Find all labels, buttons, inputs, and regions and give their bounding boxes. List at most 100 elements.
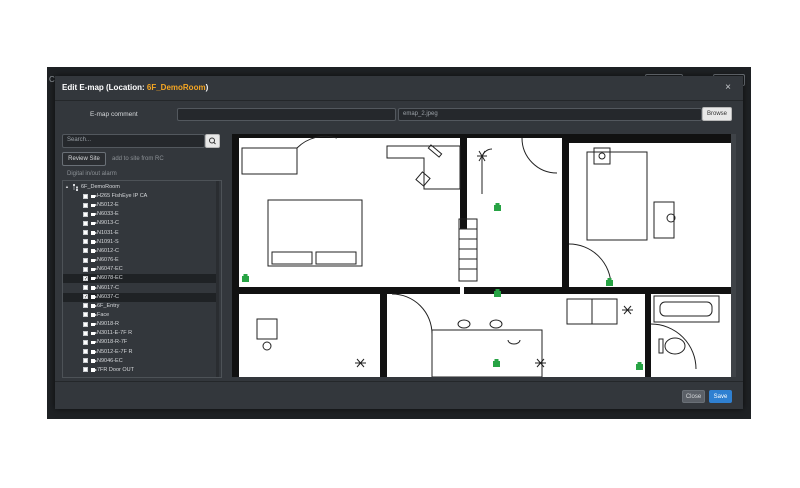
tree-item-label: N1031-E <box>97 229 119 236</box>
browse-button[interactable]: Browse <box>702 107 732 121</box>
tree-item[interactable]: N9013-C <box>63 219 219 228</box>
search-input[interactable]: Search... <box>62 134 205 148</box>
tree-item-checkbox[interactable] <box>83 257 88 263</box>
tree-item[interactable]: Face <box>63 311 219 320</box>
digital-alarm-label: Digital in/out alarm <box>67 171 117 177</box>
tree-item[interactable]: N9018-R-7F <box>63 338 219 347</box>
tree-item[interactable]: N1031-E <box>63 229 219 238</box>
tree-item-checkbox[interactable] <box>83 248 88 254</box>
tree-item-label: N6078-EC <box>97 275 123 282</box>
camera-icon <box>91 322 97 327</box>
tree-item[interactable]: N9046-EC <box>63 357 219 366</box>
camera-icon <box>91 313 97 317</box>
green-device-marker-icon[interactable] <box>494 203 501 211</box>
footer-divider <box>55 381 743 382</box>
tree-item-checkbox[interactable] <box>83 321 88 327</box>
tree-item-checkbox[interactable] <box>83 266 88 272</box>
camera-icon <box>91 240 97 244</box>
map-scrollbar[interactable] <box>731 134 736 377</box>
tree-item-label: N6076-E <box>97 257 119 264</box>
camera-icon <box>91 359 97 363</box>
tree-item-label: N1091-S <box>97 238 119 245</box>
tree-item[interactable]: 7FR Door OUT <box>63 366 219 375</box>
close-icon[interactable]: × <box>725 82 731 93</box>
tree-item-label: N9018-R <box>97 321 120 328</box>
tree-scrollbar[interactable] <box>216 181 219 377</box>
emap-comment-label: E-map comment <box>90 111 138 118</box>
tree-item-checkbox[interactable]: ✓ <box>83 275 88 281</box>
camera-icon <box>91 340 97 345</box>
camera-icon <box>91 286 97 290</box>
tree-item[interactable]: N1091-S <box>63 238 219 247</box>
green-device-marker-icon[interactable] <box>493 359 500 367</box>
camera-icon <box>91 276 97 281</box>
green-device-marker-icon[interactable] <box>636 362 643 370</box>
tree-item-checkbox[interactable] <box>83 239 88 245</box>
tree-item[interactable]: N5012-E <box>63 201 219 210</box>
tree-item[interactable]: N3011-E-7F R <box>63 329 219 338</box>
emap-floorplan[interactable] <box>232 134 731 377</box>
camera-icon <box>91 258 97 263</box>
camera-icon <box>91 295 97 299</box>
modal-header: Edit E-map (Location: 6F_DemoRoom) × <box>55 76 743 101</box>
save-button[interactable]: Save <box>709 390 732 403</box>
camera-icon <box>91 203 97 208</box>
add-to-site-hint: add to site from RC <box>112 156 164 162</box>
tree-item-checkbox[interactable] <box>83 367 88 373</box>
location-name: 6F_DemoRoom <box>146 83 206 92</box>
device-markers <box>242 203 643 370</box>
tree-item[interactable]: N6033-E <box>63 210 219 219</box>
tree-item-checkbox[interactable] <box>83 211 88 217</box>
tree-item[interactable]: H265 FishEye IP CA <box>63 192 219 201</box>
door-icon <box>91 304 97 308</box>
tree-item-checkbox[interactable] <box>83 285 88 290</box>
tree-item-checkbox[interactable] <box>83 330 88 336</box>
tree-item[interactable]: ✓ N6037-C <box>63 292 219 302</box>
emap-comment-input[interactable] <box>177 108 396 121</box>
tree-item-checkbox[interactable] <box>83 339 88 345</box>
green-device-marker-icon[interactable] <box>606 278 613 286</box>
close-button[interactable]: Close <box>682 390 705 403</box>
search-icon <box>209 137 216 145</box>
tree-item-checkbox[interactable] <box>83 312 88 318</box>
tree-item[interactable]: N6012-C <box>63 247 219 256</box>
tree-item-label: 7FR Door OUT <box>97 366 134 373</box>
tree-item[interactable]: 6F_Entry <box>63 302 219 311</box>
green-device-marker-icon[interactable] <box>242 274 249 282</box>
tree-item-checkbox[interactable]: ✓ <box>83 294 88 300</box>
search-button[interactable] <box>205 134 220 148</box>
camera-icon <box>91 267 97 272</box>
tree-root-label: 6F_DemoRoom <box>81 184 120 190</box>
tree-item[interactable]: N6047-EC <box>63 265 219 274</box>
tree-item-label: N6037-C <box>97 293 120 300</box>
tree-item-checkbox[interactable] <box>83 303 88 309</box>
tree-item-label: N6017-C <box>97 284 120 291</box>
tree-item-label: N5012-E-7F R <box>97 348 133 355</box>
expand-icon[interactable]: ▲ <box>65 184 69 189</box>
tree-item-label: N3011-E-7F R <box>97 330 133 337</box>
review-site-button[interactable]: Review Site <box>62 152 106 166</box>
tree-item-checkbox[interactable] <box>83 202 88 208</box>
tree-item[interactable]: ✓ N6078-EC <box>63 274 219 284</box>
camera-icon <box>91 249 97 253</box>
tree-item[interactable]: N9018-R <box>63 320 219 329</box>
image-file-input[interactable]: emap_2.jpeg <box>398 108 702 121</box>
tree-item-label: N9046-EC <box>97 357 123 364</box>
tree-item[interactable]: N6076-E <box>63 256 219 265</box>
tree-item-label: N6012-C <box>97 247 120 254</box>
camera-icon <box>91 350 97 354</box>
tree-item-label: 6F_Entry <box>97 302 120 309</box>
camera-icon <box>91 231 97 235</box>
floorplan-drawing <box>232 134 731 377</box>
tree-item[interactable]: N6017-C <box>63 284 219 293</box>
camera-icon <box>91 212 97 217</box>
tree-item-checkbox[interactable] <box>83 193 88 199</box>
tree-item-checkbox[interactable] <box>83 220 88 226</box>
tree-item[interactable]: N5012-E-7F R <box>63 348 219 357</box>
tree-item-checkbox[interactable] <box>83 358 88 364</box>
tree-root[interactable]: ▲ 6F_DemoRoom <box>63 183 219 192</box>
tree-item-checkbox[interactable] <box>83 349 88 355</box>
tree-item-checkbox[interactable] <box>83 230 88 236</box>
camera-icon <box>91 221 97 226</box>
tree-item-label: N6033-E <box>97 211 119 218</box>
